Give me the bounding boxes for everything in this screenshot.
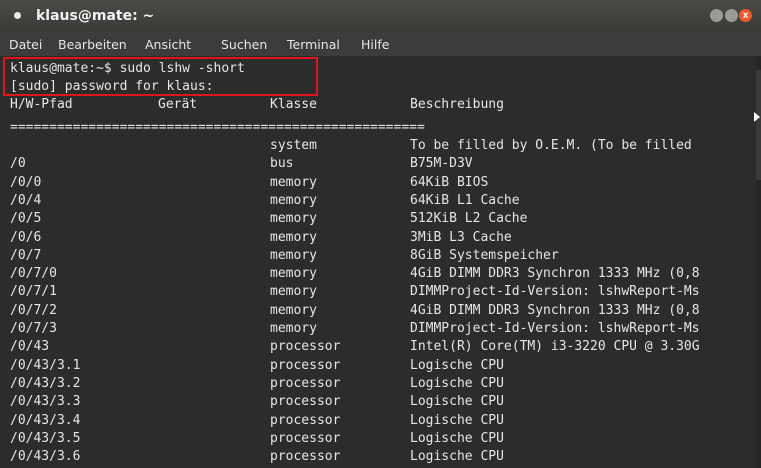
row-description: Logische CPU [410, 394, 504, 410]
header-path: H/W-Pfad [10, 97, 73, 112]
separator-line: ========================================… [10, 120, 425, 135]
row-class: memory [270, 211, 317, 227]
header-class: Klasse [270, 97, 317, 112]
row-path: /0/7 [10, 247, 42, 263]
window-title: klaus@mate: ~ [36, 8, 155, 24]
menu-datei[interactable]: Datei [9, 37, 42, 52]
scrollbar-thumb[interactable] [756, 70, 761, 180]
menu-suchen[interactable]: Suchen [221, 37, 267, 52]
row-path: /0/0 [10, 174, 42, 190]
menu-ansicht[interactable]: Ansicht [145, 37, 191, 52]
row-description: 64KiB BIOS [410, 174, 489, 190]
row-description: Logische CPU [410, 375, 504, 391]
row-class: processor [270, 394, 341, 410]
row-description: Logische CPU [410, 412, 504, 428]
title-bar[interactable]: klaus@mate: ~ x [0, 0, 761, 32]
row-description: 4GiB DIMM DDR3 Synchron 1333 MHz (0,8 [410, 266, 700, 282]
menu-terminal[interactable]: Terminal [287, 37, 340, 52]
command-highlight-box [3, 57, 318, 96]
row-path: /0/7/1 [10, 284, 57, 300]
row-path: /0/7/0 [10, 266, 57, 282]
terminal-window: klaus@mate: ~ x Datei Bearbeiten Ansicht… [0, 0, 761, 468]
row-description: 3MiB L3 Cache [410, 229, 512, 245]
row-path: /0/43/3.3 [10, 394, 81, 410]
row-class: processor [270, 339, 341, 355]
row-class: processor [270, 375, 341, 391]
row-description: DIMMProject-Id-Version: lshwReport-Ms [410, 321, 700, 336]
row-description: 64KiB L1 Cache [410, 192, 520, 208]
row-description: 512KiB L2 Cache [410, 211, 528, 227]
row-class: memory [270, 174, 317, 190]
menu-hilfe[interactable]: Hilfe [361, 37, 389, 52]
row-path: /0/43/3.1 [10, 357, 81, 373]
row-class: memory [270, 321, 317, 336]
row-class: memory [270, 266, 317, 282]
row-path: /0/4 [10, 192, 42, 208]
menu-bar: Datei Bearbeiten Ansicht Suchen Terminal… [0, 32, 761, 56]
row-class: processor [270, 430, 341, 446]
close-button[interactable]: x [739, 9, 752, 22]
row-description: Logische CPU [410, 449, 504, 465]
row-description: Logische CPU [410, 357, 504, 373]
row-path: /0/43/3.5 [10, 430, 81, 446]
row-path: /0/43/3.6 [10, 449, 81, 465]
menu-bearbeiten[interactable]: Bearbeiten [58, 37, 127, 52]
header-device: Gerät [158, 97, 198, 112]
window-menu-icon[interactable] [14, 12, 21, 19]
row-path: /0/43 [10, 339, 50, 355]
row-description: DIMMProject-Id-Version: lshwReport-Ms [410, 284, 700, 300]
row-class: memory [270, 192, 317, 208]
minimize-button[interactable] [710, 9, 723, 22]
row-class: system [270, 138, 317, 153]
mouse-pointer-icon [754, 112, 760, 122]
row-description: Logische CPU [410, 430, 504, 446]
row-path: /0/43/3.4 [10, 412, 81, 428]
row-class: bus [270, 156, 294, 172]
row-class: processor [270, 412, 341, 428]
row-description: Intel(R) Core(TM) i3-3220 CPU @ 3.30G [410, 339, 700, 355]
row-class: memory [270, 229, 317, 245]
row-class: processor [270, 357, 341, 373]
row-description: To be filled by O.E.M. (To be filled [410, 138, 692, 153]
header-description: Beschreibung [410, 97, 504, 112]
row-class: memory [270, 302, 317, 318]
table-header: H/W-Pfad Gerät Klasse Beschreibung [10, 96, 504, 114]
row-path: /0 [10, 156, 26, 172]
row-description: 8GiB Systemspeicher [410, 247, 559, 263]
row-class: memory [270, 284, 317, 300]
row-path: /0/6 [10, 229, 42, 245]
maximize-button[interactable] [725, 9, 738, 22]
row-path: /0/43/3.2 [10, 375, 81, 391]
row-class: memory [270, 247, 317, 263]
row-path: /0/5 [10, 211, 42, 227]
row-description: B75M-D3V [410, 156, 473, 172]
row-path: /0/7/2 [10, 302, 57, 318]
row-class: processor [270, 449, 341, 465]
row-path: /0/7/3 [10, 321, 57, 336]
row-description: 4GiB DIMM DDR3 Synchron 1333 MHz (0,8 [410, 302, 700, 318]
terminal-output[interactable]: klaus@mate:~$ sudo lshw -short [sudo] pa… [0, 56, 761, 468]
